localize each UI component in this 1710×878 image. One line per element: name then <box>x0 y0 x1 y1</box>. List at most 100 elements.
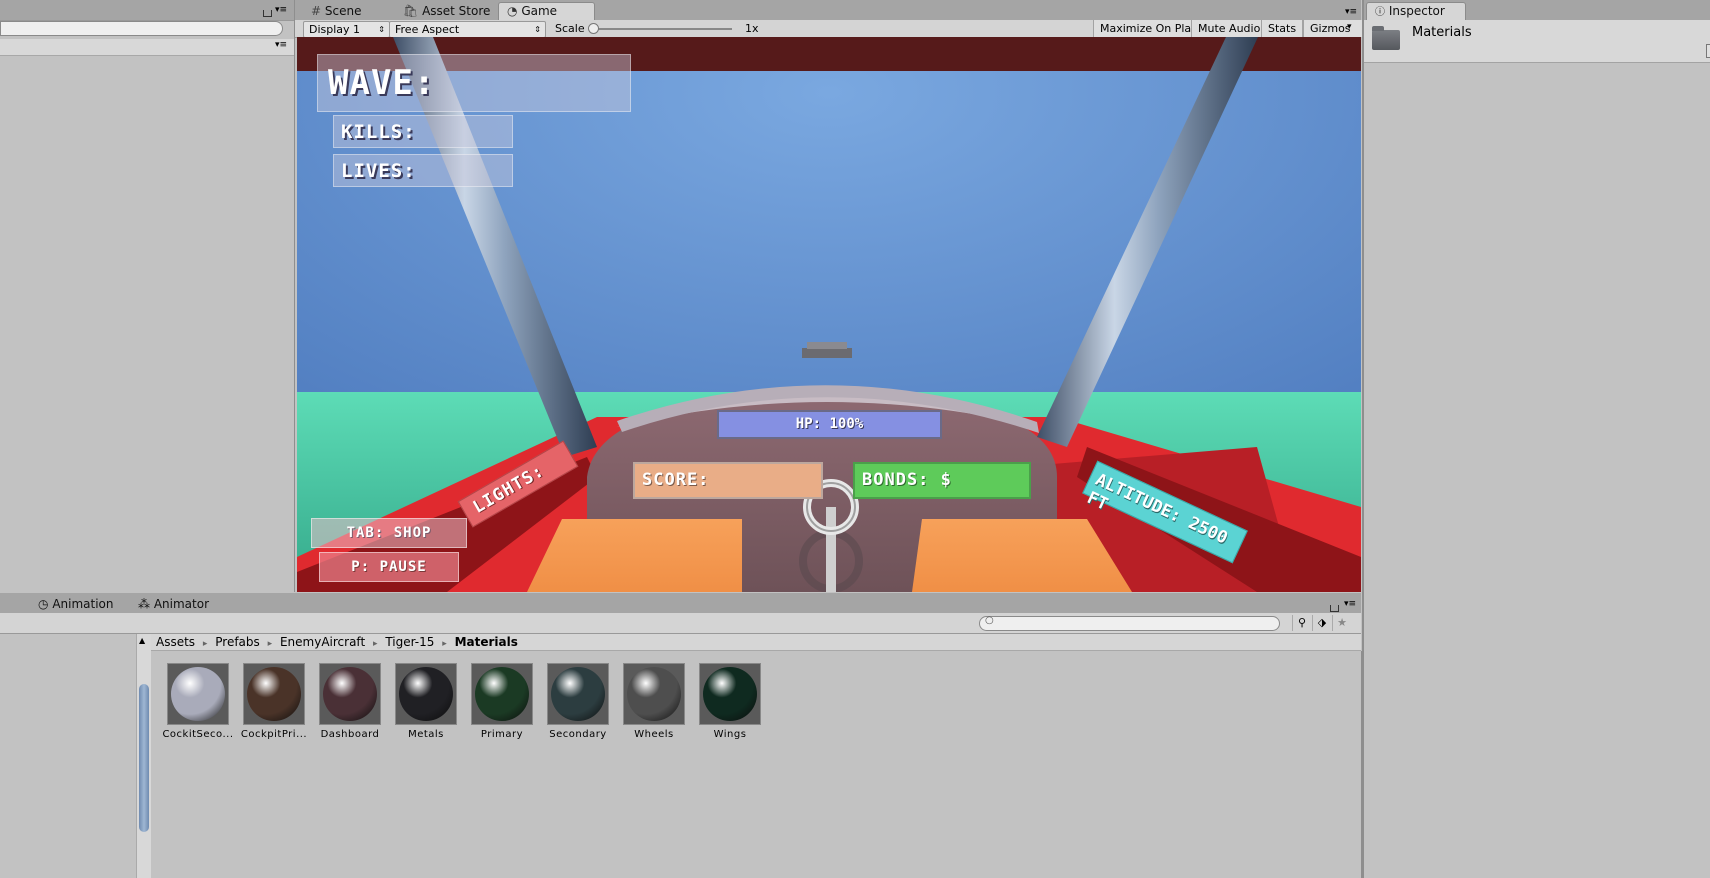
aspect-dropdown[interactable]: Free Aspect ⇕ <box>389 21 546 38</box>
hierarchy-tabbar: ▾≡ <box>0 0 294 21</box>
material-label: CockpitPri... <box>240 729 308 740</box>
tab-animator[interactable]: ⁂ Animator <box>130 596 219 613</box>
open-button[interactable] <box>1706 44 1710 58</box>
lives-label: LIVES: <box>341 160 416 182</box>
chevron-right-icon: ▸ <box>372 639 378 649</box>
material-label: Metals <box>408 729 444 740</box>
project-search-input[interactable]: ○ <box>979 615 1280 631</box>
material-label: Dashboard <box>320 729 380 740</box>
display-dropdown[interactable]: Display 1 ⇕ <box>303 21 390 38</box>
project-folder-tree <box>0 634 139 878</box>
breadcrumb-tiger-15[interactable]: Tiger-15 <box>385 635 434 649</box>
material-label: CockitSeco... <box>162 729 234 740</box>
header-menu-icon[interactable]: ▾≡ <box>275 40 287 50</box>
material-label: Wheels <box>634 729 674 740</box>
maximize-on-play-button[interactable]: Maximize On Play <box>1093 20 1205 37</box>
stats-button[interactable]: Stats <box>1261 20 1304 37</box>
pause-hint: P: PAUSE <box>319 552 459 582</box>
scale-label: Scale <box>555 22 585 35</box>
material-asset[interactable]: Primary <box>464 663 540 740</box>
inspector-panel: ⓘ Inspector Materials <box>1362 0 1710 878</box>
score-panel: SCORE: <box>633 462 823 499</box>
inspector-tabbar: ⓘ Inspector <box>1364 0 1710 21</box>
tab-animation[interactable]: ◷ Animation <box>30 596 124 613</box>
material-asset[interactable]: Wheels <box>616 663 692 740</box>
inspector-header: Materials <box>1364 20 1710 63</box>
panel-menu-icon[interactable]: ▾≡ <box>1344 599 1356 609</box>
material-asset[interactable]: Dashboard <box>312 663 388 740</box>
pause-hint-label: P: PAUSE <box>351 559 427 575</box>
material-asset[interactable]: Wings <box>692 663 768 740</box>
hash-icon: # <box>311 4 322 18</box>
folder-icon <box>1372 26 1400 50</box>
gizmos-button[interactable]: Gizmos <box>1303 20 1368 37</box>
tab-scene[interactable]: # Scene <box>303 3 371 20</box>
chevron-right-icon: ▸ <box>202 639 208 649</box>
inspector-asset-name: Materials <box>1412 25 1472 40</box>
material-asset[interactable]: CockpitPri... <box>236 663 312 740</box>
lock-icon[interactable] <box>1330 605 1339 612</box>
panel-menu-icon[interactable]: ▾≡ <box>275 5 287 15</box>
kills-label: KILLS: <box>341 121 416 143</box>
hp-bar: HP: 100% <box>717 410 942 439</box>
material-asset[interactable]: CockitSeco... <box>160 663 236 740</box>
tab-game[interactable]: ◔ Game <box>498 2 595 21</box>
wave-label: WAVE: <box>328 63 436 103</box>
updown-arrow-icon: ⇕ <box>534 25 541 34</box>
mute-audio-button[interactable]: Mute Audio <box>1191 20 1268 37</box>
score-label: SCORE: <box>642 470 710 490</box>
breadcrumb: Assets ▸ Prefabs ▸ EnemyAircraft ▸ Tiger… <box>151 634 1361 651</box>
material-asset[interactable]: Metals <box>388 663 464 740</box>
breadcrumb-assets[interactable]: Assets <box>156 635 195 649</box>
scale-slider-thumb[interactable] <box>588 23 599 34</box>
lock-icon[interactable] <box>263 10 272 17</box>
tab-inspector[interactable]: ⓘ Inspector <box>1366 2 1466 21</box>
material-thumbnail <box>167 663 229 725</box>
shop-hint-label: TAB: SHOP <box>346 525 432 541</box>
bonds-label: BONDS: $ <box>862 470 952 490</box>
chevron-right-icon: ▸ <box>442 639 447 649</box>
breadcrumb-prefabs[interactable]: Prefabs <box>215 635 260 649</box>
gizmos-dropdown-icon[interactable]: ▾ <box>1347 22 1352 32</box>
scroll-up-icon[interactable]: ▲ <box>139 636 145 645</box>
game-toolbar: Display 1 ⇕ Free Aspect ⇕ Scale 1x Maximiz… <box>295 20 1368 38</box>
search-icon: ○ <box>985 615 994 626</box>
pacman-icon: ◔ <box>507 4 518 18</box>
chevron-right-icon: ▸ <box>267 639 273 649</box>
hierarchy-header: ▾≡ <box>0 39 294 56</box>
clock-icon: ◷ <box>38 597 49 611</box>
hierarchy-panel <box>0 0 295 592</box>
hp-label: HP: 100% <box>795 416 864 432</box>
bonds-panel: BONDS: $ <box>853 462 1031 499</box>
lives-panel: LIVES: <box>333 154 513 187</box>
hierarchy-search-input[interactable] <box>0 21 283 36</box>
updown-arrow-icon: ⇕ <box>378 25 385 34</box>
breadcrumb-materials[interactable]: Materials <box>455 635 518 649</box>
animator-icon: ⁂ <box>138 597 150 611</box>
material-asset[interactable]: Secondary <box>540 663 616 740</box>
bottom-tabbar: ◷ Animation ⁂ Animator ▾≡ <box>0 593 1361 614</box>
tag-icon[interactable]: ⬗ <box>1312 615 1331 631</box>
project-scrollbar[interactable]: ▲ <box>136 634 152 878</box>
breadcrumb-enemyaircraft[interactable]: EnemyAircraft <box>280 635 365 649</box>
material-label: Primary <box>480 729 524 740</box>
kills-panel: KILLS: <box>333 115 513 148</box>
material-thumbnail <box>319 663 381 725</box>
store-icon: 🛍 <box>403 4 419 18</box>
material-thumbnail <box>699 663 761 725</box>
tab-asset-store[interactable]: 🛍 Asset Store <box>395 3 500 20</box>
material-label: Secondary <box>549 729 607 740</box>
game-view[interactable]: WAVE: KILLS: LIVES: HP: 100% SCORE: BOND… <box>297 37 1361 592</box>
filter-type-icon[interactable]: ⚲ <box>1292 615 1311 631</box>
scrollbar-thumb[interactable] <box>139 684 149 832</box>
material-thumbnail <box>243 663 305 725</box>
tab-menu-icon[interactable]: ▾≡ <box>1345 7 1357 17</box>
material-thumbnail <box>547 663 609 725</box>
scale-value: 1x <box>745 22 759 35</box>
wave-panel: WAVE: <box>317 54 631 112</box>
scale-slider-track[interactable] <box>589 28 732 30</box>
material-thumbnail <box>395 663 457 725</box>
shop-hint: TAB: SHOP <box>311 518 467 548</box>
star-icon[interactable]: ★ <box>1332 615 1351 631</box>
project-assets-grid: CockitSeco... CockpitPri... Dashboard Me… <box>151 651 1363 878</box>
